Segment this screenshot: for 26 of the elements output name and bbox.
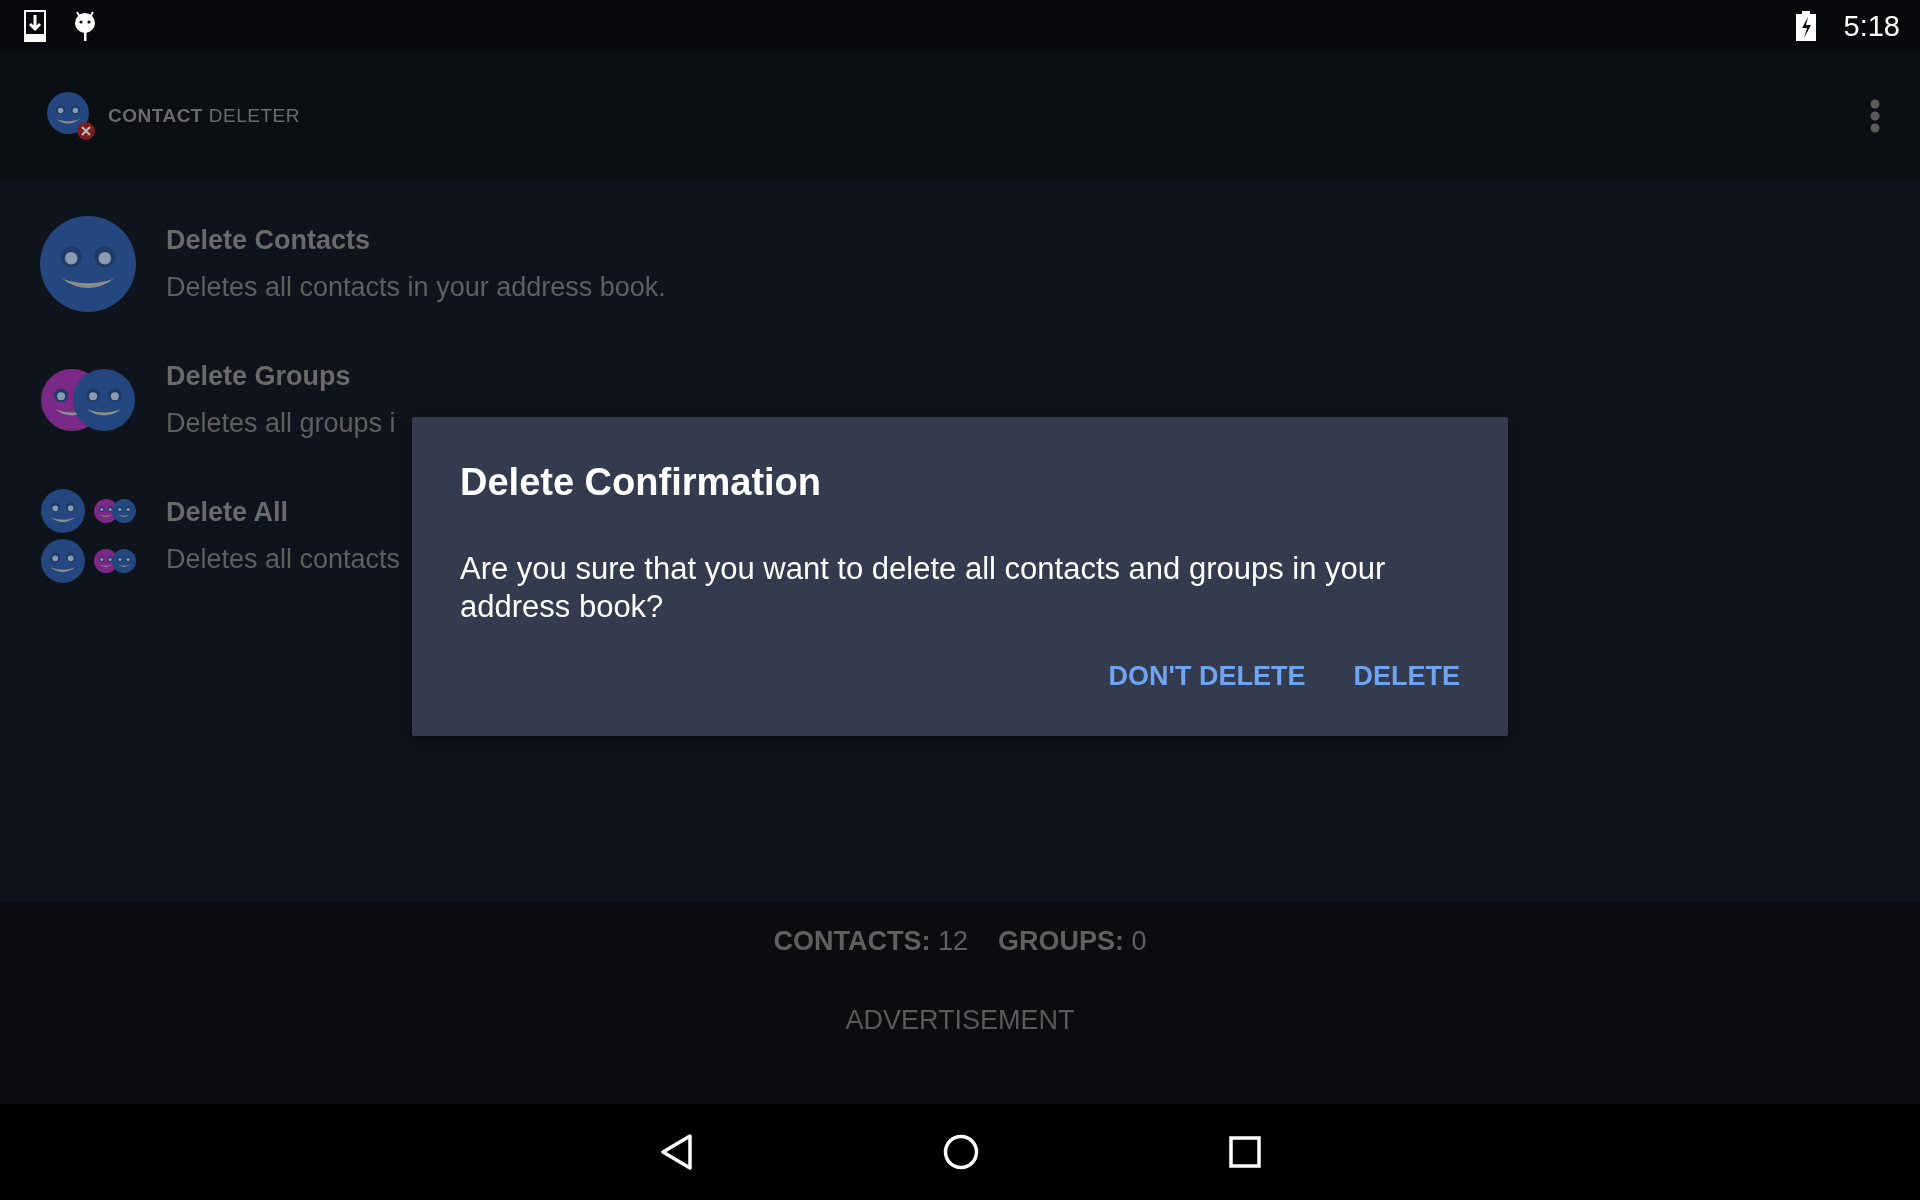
smiley-group-icon (40, 488, 136, 584)
more-options-icon[interactable] (1870, 99, 1880, 133)
dialog-message: Are you sure that you want to delete all contacts and groups in your address book? (460, 550, 1387, 626)
action-title[interactable]: Delete Contacts (166, 225, 666, 256)
count-stat: CONTACTS: 12 (773, 926, 968, 957)
back-icon[interactable] (659, 1133, 693, 1171)
action-title[interactable]: Delete All (166, 497, 401, 528)
action-description: Deletes all groups i (166, 408, 396, 439)
action-description: Deletes all contacts in your address book. (166, 272, 666, 303)
logo-icon (46, 91, 96, 141)
action-description: Deletes all contacts (166, 544, 401, 575)
dialog-button[interactable]: DON'T DELETE (1096, 653, 1318, 700)
home-icon[interactable] (943, 1134, 979, 1170)
android-icon (74, 10, 96, 42)
smiley-pair-icon (40, 368, 136, 432)
count-stat: GROUPS: 0 (998, 926, 1147, 957)
download-icon (24, 10, 46, 42)
battery-charging-icon (1795, 11, 1816, 41)
dialog-title: Delete Confirmation (460, 461, 823, 504)
recents-icon[interactable] (1229, 1136, 1261, 1168)
advertisement-label: ADVERTISEMENT (845, 1005, 1075, 1036)
app-logo-text: CONTACT DELETER (108, 105, 300, 127)
clock-time: 5:18 (1843, 9, 1900, 43)
dialog-button[interactable]: DELETE (1341, 653, 1472, 700)
smiley-icon (40, 216, 136, 312)
action-title[interactable]: Delete Groups (166, 361, 396, 392)
